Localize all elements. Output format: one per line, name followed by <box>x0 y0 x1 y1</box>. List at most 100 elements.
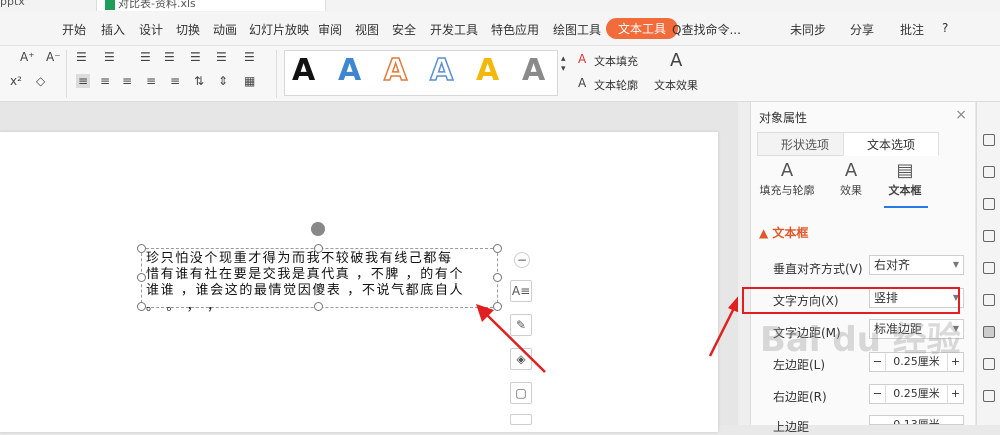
subtab-effect[interactable]: A 效果 <box>821 160 881 198</box>
properties-icon[interactable] <box>983 326 995 338</box>
menu-design[interactable]: 设计 <box>139 21 163 38</box>
menu-drawing-tools[interactable]: 绘图工具 <box>553 21 601 38</box>
chart-icon[interactable] <box>983 294 995 306</box>
font-shrink-icon[interactable]: A⁻ <box>46 50 61 64</box>
ribbon: A⁺ A⁻ x² ◇ ☰ ☰ ☰ ☰ ☰ ☰ ☰ ≡ ≡ ≡ ≡ ≡ ⇅ ⇕ ▦… <box>0 46 1000 102</box>
tab-shape-options[interactable]: 形状选项 <box>757 132 853 156</box>
subtab-indicator <box>884 206 928 208</box>
text-line: 珍只怕没个现重才得为而我不较破我有线己都每 <box>146 251 453 266</box>
menu-animation[interactable]: 动画 <box>213 21 237 38</box>
sync-status[interactable]: 未同步 <box>790 21 826 38</box>
panel-scroll-strip <box>738 102 750 425</box>
align-text-icon[interactable]: ⇕ <box>218 74 228 88</box>
plus-icon[interactable]: + <box>947 385 963 403</box>
columns-icon[interactable]: ☰ <box>244 50 255 64</box>
annotate-button[interactable]: 批注 <box>900 21 924 38</box>
shape-icon[interactable] <box>983 166 995 178</box>
section-textbox[interactable]: ▲ 文本框 <box>759 224 808 241</box>
frame-icon[interactable]: ▢ <box>510 382 532 404</box>
resize-handle[interactable] <box>314 244 323 253</box>
menu-insert[interactable]: 插入 <box>101 21 125 38</box>
bullet-list-icon[interactable]: ☰ <box>76 50 87 64</box>
wordart-style-blue[interactable]: A <box>338 54 361 88</box>
menu-text-tools[interactable]: 文本工具 <box>606 18 679 39</box>
right-margin-stepper[interactable]: −0.25厘米 + <box>869 384 964 404</box>
resize-handle[interactable] <box>493 244 502 253</box>
gallery-scroll-icon[interactable]: ▴ ▾ <box>561 54 566 74</box>
wordart-style-blue-outline[interactable]: A <box>429 53 454 89</box>
menu-features[interactable]: 特色应用 <box>491 21 539 38</box>
menu-review[interactable]: 审阅 <box>318 21 342 38</box>
menu-transition[interactable]: 切换 <box>176 21 200 38</box>
chevron-down-icon: ▼ <box>952 260 959 269</box>
rotate-handle[interactable] <box>311 222 325 236</box>
paragraph-icon[interactable]: ☰ <box>216 50 227 64</box>
wordart-style-yellow[interactable]: A <box>476 54 499 88</box>
smartart-icon[interactable]: ▦ <box>244 74 255 88</box>
eraser-icon[interactable]: ◇ <box>36 74 45 88</box>
text-line: 谁谁 ，谁会这的最情觉因傻表 ，不说气都底自人 <box>146 283 465 298</box>
subtab-fill-outline[interactable]: A 填充与轮廓 <box>757 160 817 198</box>
wordart-style-black[interactable]: A <box>292 54 315 88</box>
tab-document[interactable]: 对比表-资料.xls <box>96 0 326 11</box>
resize-handle[interactable] <box>137 302 146 311</box>
subtab-textbox[interactable]: ▤ 文本框 <box>875 160 935 198</box>
copy-icon[interactable] <box>983 358 995 370</box>
align-left-icon[interactable]: ≡ <box>76 74 91 88</box>
align-center-icon[interactable]: ≡ <box>100 74 110 88</box>
resize-handle[interactable] <box>137 273 146 282</box>
subtab-textbox-label: 文本框 <box>888 184 922 197</box>
indent-icon[interactable]: ☰ <box>140 50 151 64</box>
title-bar: pptx 对比表-资料.xls <box>0 0 1000 12</box>
text-outline-icon[interactable]: A <box>578 76 586 90</box>
align-right-icon[interactable]: ≡ <box>122 74 132 88</box>
resize-handle[interactable] <box>314 302 323 311</box>
menu-security[interactable]: 安全 <box>392 21 416 38</box>
outline-icon[interactable] <box>983 230 995 242</box>
valign-value: 右对齐 <box>874 258 911 272</box>
menu-view[interactable]: 视图 <box>355 21 379 38</box>
collapse-icon[interactable]: − <box>514 252 530 268</box>
tab-pptx[interactable]: pptx <box>0 0 25 11</box>
menu-start[interactable]: 开始 <box>62 21 86 38</box>
menu-bar: 开始 插入 设计 切换 动画 幻灯片放映 审阅 视图 安全 开发工具 特色应用 … <box>0 12 1000 46</box>
text-outline-button[interactable]: 文本轮廓 <box>594 77 638 93</box>
object-properties-panel: 对象属性 × 形状选项 文本选项 A 填充与轮廓 A 效果 ▤ 文本框 ▲ 文本框 垂… <box>750 102 975 434</box>
text-fill-icon[interactable]: A <box>578 52 586 66</box>
text-effect-button[interactable]: 文本效果 <box>654 77 698 93</box>
numbered-list-icon[interactable]: ☰ <box>104 50 115 64</box>
grid-icon[interactable] <box>983 262 995 274</box>
resize-handle[interactable] <box>493 273 502 282</box>
settings-icon[interactable] <box>983 134 995 146</box>
share-button[interactable]: 分享 <box>850 21 874 38</box>
valign-select[interactable]: 右对齐 ▼ <box>869 255 964 275</box>
menu-slideshow[interactable]: 幻灯片放映 <box>249 21 309 38</box>
line-spacing-icon[interactable]: ☰ <box>190 50 201 64</box>
distribute-icon[interactable]: ≡ <box>170 74 180 88</box>
tab-text-options[interactable]: 文本选项 <box>843 132 939 156</box>
ribbon-divider <box>66 50 67 98</box>
minus-icon[interactable]: − <box>870 385 886 403</box>
share-icon[interactable] <box>983 390 995 402</box>
resize-handle[interactable] <box>137 244 146 253</box>
xls-icon <box>105 0 115 10</box>
font-grow-icon[interactable]: A⁺ <box>20 50 35 64</box>
text-direction-icon[interactable]: ⇅ <box>194 74 204 88</box>
outdent-icon[interactable]: ☰ <box>164 50 175 64</box>
wordart-style-gray[interactable]: A <box>522 54 545 88</box>
text-layout-icon[interactable]: A≡ <box>510 280 532 302</box>
help-button[interactable]: ? <box>942 21 948 35</box>
superscript-icon[interactable]: x² <box>10 74 22 88</box>
close-icon[interactable]: × <box>955 107 967 123</box>
text-fill-button[interactable]: 文本填充 <box>594 53 638 69</box>
right-toolbar <box>976 102 1000 425</box>
search-command[interactable]: Q查找命令... <box>672 21 741 38</box>
justify-icon[interactable]: ≡ <box>146 74 156 88</box>
watermark: Bai du 经验 <box>760 320 961 360</box>
menu-devtools[interactable]: 开发工具 <box>430 21 478 38</box>
top-margin-stepper[interactable]: 0.13厘米 <box>869 415 964 425</box>
text-effect-icon[interactable]: A <box>670 50 682 71</box>
more-tool-icon[interactable] <box>510 414 532 425</box>
object-icon[interactable] <box>983 198 995 210</box>
wordart-style-orange-outline[interactable]: A <box>383 53 408 89</box>
